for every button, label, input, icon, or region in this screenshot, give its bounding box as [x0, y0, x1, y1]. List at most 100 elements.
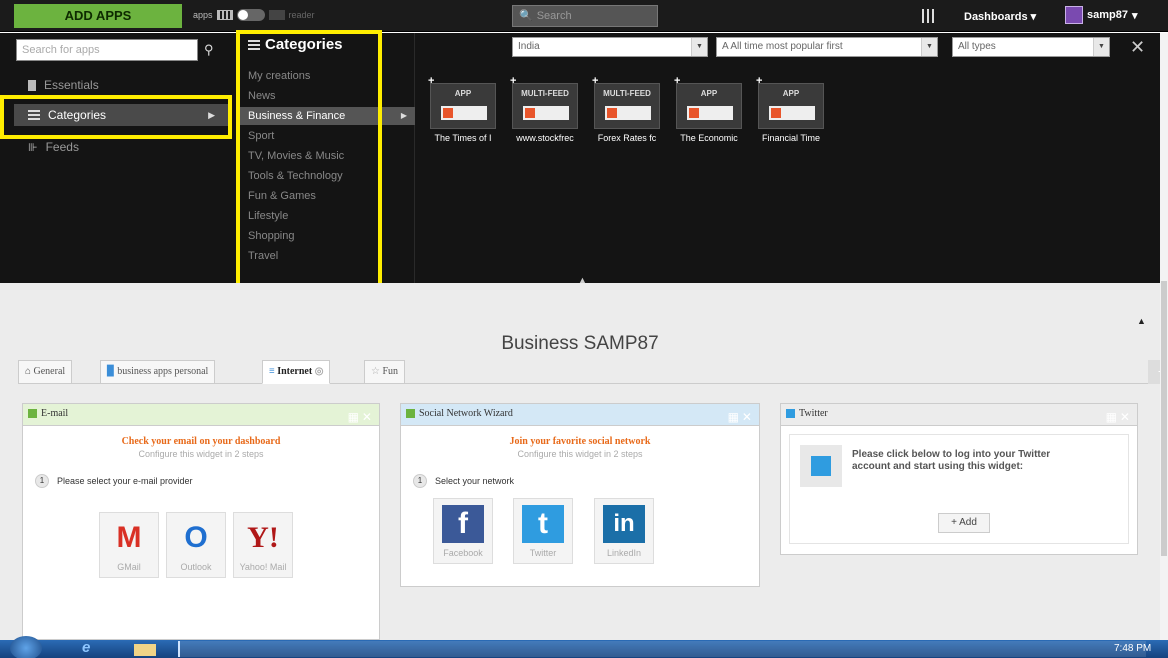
twitter-message: Please click below to log into your Twit… — [852, 449, 1051, 472]
outlook-icon: O — [184, 521, 208, 554]
close-icon[interactable]: ✕ — [1130, 37, 1145, 58]
sidebar-item-feeds[interactable]: ⊪ Feeds — [14, 136, 229, 158]
user-menu[interactable]: samp87 ▾ — [1065, 6, 1138, 24]
email-subtitle: Configure this widget in 2 steps — [138, 449, 264, 459]
email-widget-header: E-mail ▦✕ — [23, 404, 379, 426]
reader-icon — [268, 10, 285, 20]
sidebar-item-categories[interactable]: Categories ▶ — [14, 104, 229, 126]
category-travel[interactable]: Travel — [240, 247, 415, 265]
twitter-widget: Twitter ▦✕ Please click below to log int… — [780, 403, 1138, 555]
categories-list: Categories My creations News Business & … — [240, 33, 415, 283]
search-icon[interactable]: ⚲ — [204, 42, 214, 58]
email-widget: E-mail ▦✕ Check your email on your dashb… — [22, 403, 380, 640]
dashboards-menu[interactable]: Dashboards ▾ — [964, 10, 1036, 23]
region-select[interactable]: India ▼ — [512, 37, 708, 57]
widget-controls[interactable]: ▦✕ — [348, 407, 375, 427]
dashboard-title: Business SAMP87 — [501, 333, 659, 354]
twitter-add-button[interactable]: + Add — [938, 513, 990, 533]
app-name: Financial Time — [761, 133, 821, 143]
app-name: Forex Rates fc — [597, 133, 657, 143]
list-icon — [248, 39, 260, 50]
linkedin-button[interactable]: in LinkedIn — [594, 498, 654, 564]
yahoo-mail-button[interactable]: Y! Yahoo! Mail — [233, 512, 293, 578]
chevron-right-icon: ▶ — [208, 109, 215, 120]
tab-general[interactable]: ⌂ General — [18, 360, 73, 384]
rss-icon: ⊪ — [28, 141, 38, 154]
twitter-button[interactable]: t Twitter — [513, 498, 573, 564]
internet-icon: ≡ — [269, 366, 275, 377]
widget-title: E-mail — [41, 408, 69, 419]
add-apps-button[interactable]: ADD APPS — [14, 4, 182, 28]
provider-label: Yahoo! Mail — [239, 562, 287, 572]
step-text: Please select your e-mail provider — [57, 476, 193, 486]
outlook-button[interactable]: O Outlook — [166, 512, 226, 578]
email-step: 1 Please select your e-mail provider — [35, 474, 193, 488]
app-tile[interactable]: + APP The Times of I — [428, 75, 498, 149]
network-label: Facebook — [443, 548, 483, 558]
sort-select[interactable]: A All time most popular first ▼ — [716, 37, 938, 57]
bookmark-icon — [28, 79, 36, 91]
app-name: www.stockfrec — [516, 133, 574, 143]
category-shopping[interactable]: Shopping — [240, 227, 415, 245]
social-widget-header: Social Network Wizard ▦✕ — [401, 404, 759, 426]
gmail-icon: M — [116, 521, 142, 554]
widget-title: Twitter — [799, 408, 828, 419]
chevron-right-icon: ▶ — [400, 111, 407, 120]
internet-explorer-icon[interactable] — [72, 639, 104, 657]
step-text: Select your network — [435, 476, 515, 486]
clock: 7:48 PM — [1114, 643, 1152, 654]
facebook-button[interactable]: f Facebook — [433, 498, 493, 564]
category-lifestyle[interactable]: Lifestyle — [240, 207, 415, 225]
scrollbar-thumb[interactable] — [1161, 281, 1167, 556]
widget-controls[interactable]: ▦✕ — [1106, 407, 1133, 427]
settings-equalizer-icon[interactable] — [922, 9, 936, 23]
app-thumbnail: MULTI-FEED — [594, 83, 660, 129]
top-search-input[interactable]: 🔍 Search — [512, 5, 658, 27]
page-scrollbar[interactable] — [1160, 33, 1168, 640]
search-icon: 🔍 — [519, 10, 533, 22]
scroll-up-icon[interactable]: ▲ — [1137, 316, 1146, 326]
category-sport[interactable]: Sport — [240, 127, 415, 145]
categories-heading: Categories — [248, 36, 343, 53]
social-prompt: Join your favorite social network — [509, 436, 651, 447]
category-tools-technology[interactable]: Tools & Technology — [240, 167, 415, 185]
taskbar-active-window[interactable] — [178, 641, 1146, 657]
app-tile[interactable]: + MULTI-FEED Forex Rates fc — [592, 75, 662, 149]
app-thumbnail: MULTI-FEED — [512, 83, 578, 129]
view-mode-toggle[interactable]: apps reader — [193, 9, 315, 21]
tab-internet[interactable]: ≡ Internet ◎ — [262, 360, 331, 384]
app-tile[interactable]: + MULTI-FEED www.stockfrec — [510, 75, 580, 149]
taskbar: 7:48 PM — [0, 636, 1168, 658]
chevron-down-icon: ▼ — [691, 38, 707, 56]
avatar — [1065, 6, 1083, 24]
step-number: 1 — [35, 474, 49, 488]
linkedin-icon: in — [603, 505, 645, 543]
wand-icon — [406, 409, 415, 418]
folder-icon[interactable] — [128, 641, 160, 657]
category-business-finance[interactable]: Business & Finance ▶ — [240, 107, 415, 125]
widget-controls[interactable]: ▦✕ — [728, 407, 755, 427]
mode-switch[interactable] — [236, 9, 265, 21]
tab-fun[interactable]: ☆ Fun — [364, 360, 406, 384]
gmail-button[interactable]: M GMail — [99, 512, 159, 578]
category-my-creations[interactable]: My creations — [240, 67, 415, 85]
fun-icon: ☆ — [371, 366, 380, 377]
app-name: The Times of I — [434, 133, 492, 143]
sidebar-item-label: Essentials — [44, 78, 99, 92]
tab-business-apps-personal[interactable]: ▉ business apps personal — [100, 360, 216, 384]
category-tv-movies-music[interactable]: TV, Movies & Music — [240, 147, 415, 165]
network-label: Twitter — [529, 548, 557, 558]
app-tile[interactable]: + APP The Economic — [674, 75, 744, 149]
chevron-down-icon: ▼ — [1093, 38, 1109, 56]
category-news[interactable]: News — [240, 87, 415, 105]
twitter-logo-icon — [800, 445, 842, 487]
type-select[interactable]: All types ▼ — [952, 37, 1110, 57]
category-fun-games[interactable]: Fun & Games — [240, 187, 415, 205]
username: samp87 — [1087, 9, 1128, 21]
tab-options-icon[interactable]: ◎ — [315, 366, 324, 377]
app-tile[interactable]: + APP Financial Time — [756, 75, 826, 149]
app-search-input[interactable]: Search for apps — [16, 39, 198, 61]
start-button[interactable] — [10, 636, 42, 658]
sidebar-item-essentials[interactable]: Essentials — [14, 74, 229, 96]
app-thumbnail: APP — [676, 83, 742, 129]
